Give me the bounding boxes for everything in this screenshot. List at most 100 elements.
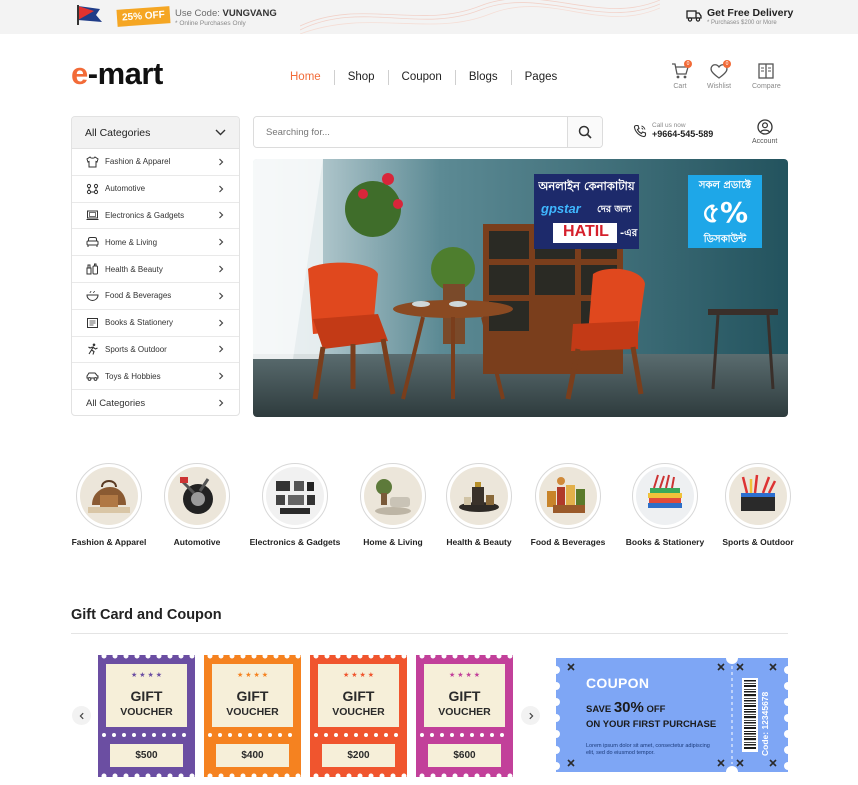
- cart-button[interactable]: 0 Cart: [670, 60, 692, 90]
- chevron-right-icon: [219, 372, 224, 380]
- hero-banner[interactable]: অনলাইন কেনাকাটায় gpstar দের জন্য HATIL …: [253, 159, 788, 417]
- account-button[interactable]: Account: [752, 119, 777, 145]
- banner-offer-bottom: ডিসকাউন্ট: [703, 234, 747, 245]
- compare-button[interactable]: Compare: [752, 62, 781, 90]
- books-stationery-image: [648, 474, 682, 508]
- category-card[interactable]: Automotive: [142, 463, 252, 547]
- promo-code: VUNGVANG: [222, 8, 277, 19]
- wishlist-count: 0: [723, 60, 732, 68]
- sidebar-item-sports[interactable]: Sports & Outdoor: [72, 337, 239, 364]
- category-sidebar: All Categories Fashion & Apparel Automot…: [71, 116, 240, 416]
- banner-line-2: দের জন্য: [597, 204, 632, 215]
- coupon-card[interactable]: COUPON SAVE 30% OFF ON YOUR FIRST PURCHA…: [552, 652, 792, 778]
- chevron-right-icon: [219, 292, 224, 300]
- section-divider: [71, 633, 788, 634]
- nav-coupon[interactable]: Coupon: [389, 71, 455, 83]
- voucher-price: $200: [347, 750, 370, 761]
- nav-shop[interactable]: Shop: [335, 71, 388, 83]
- sidebar-item-fashion[interactable]: Fashion & Apparel: [72, 149, 239, 176]
- running-icon: [88, 343, 98, 356]
- banner-hatil: HATIL: [563, 223, 609, 240]
- all-categories-dropdown[interactable]: All Categories: [72, 117, 239, 149]
- coupon-code: Code: 12345678: [760, 691, 770, 756]
- chevron-right-icon: [219, 319, 224, 327]
- svg-text:★ ★ ★ ★: ★ ★ ★ ★: [237, 671, 268, 679]
- gift-voucher-card[interactable]: ★ ★ ★ ★ GIFT VOUCHER $500: [98, 653, 195, 779]
- sidebar-item-health-beauty[interactable]: Health & Beauty: [72, 256, 239, 283]
- call-label: Call us now: [652, 122, 686, 129]
- chevron-right-icon: [219, 399, 224, 407]
- site-logo[interactable]: e-mart: [71, 56, 163, 92]
- sidebar-item-home-living[interactable]: Home & Living: [72, 229, 239, 257]
- gift-voucher-card[interactable]: ★ ★ ★ ★ GIFT VOUCHER $600: [416, 653, 513, 779]
- free-delivery-title: Get Free Delivery: [707, 7, 794, 19]
- chevron-right-icon: [219, 238, 224, 246]
- chevron-down-icon: [215, 129, 226, 136]
- food-beverages-image: [547, 477, 585, 513]
- banner-line-1: অনলাইন কেনাকাটায়: [538, 179, 635, 193]
- prev-arrow-button[interactable]: [72, 706, 91, 725]
- promo-flag-icon: [77, 5, 102, 25]
- voucher-price: $600: [453, 750, 476, 761]
- category-carousel: Fashion & Apparel Automotive Electronics…: [60, 463, 805, 558]
- phone-number: +9664-545-589: [652, 129, 714, 139]
- call-now[interactable]: Call us now +9664-545-589: [633, 122, 713, 139]
- shirt-icon: [86, 156, 99, 168]
- promo-bar: 25% OFF Use Code: VUNGVANG * Online Purc…: [0, 0, 858, 34]
- chevron-left-icon: [79, 712, 84, 719]
- nav-blogs[interactable]: Blogs: [456, 71, 511, 83]
- chevron-right-icon: [528, 712, 533, 719]
- category-card[interactable]: Electronics & Gadgets: [240, 463, 350, 547]
- cart-count: 0: [684, 60, 692, 68]
- sidebar-item-food[interactable]: Food & Beverages: [72, 283, 239, 310]
- sidebar-item-electronics[interactable]: Electronics & Gadgets: [72, 203, 239, 230]
- search-button[interactable]: [567, 117, 602, 147]
- coupon-subtitle: ON YOUR FIRST PURCHASE: [586, 719, 717, 730]
- wishlist-button[interactable]: 0 Wishlist: [707, 60, 732, 90]
- voucher-price: $500: [135, 750, 158, 761]
- search-icon: [578, 125, 592, 139]
- nav-home[interactable]: Home: [277, 71, 334, 83]
- cart-label: Cart: [673, 83, 687, 90]
- banner-offer-percent: ৫%: [701, 196, 749, 229]
- category-card[interactable]: Food & Beverages: [513, 463, 623, 547]
- discount-badge: 25% OFF: [116, 6, 171, 27]
- all-categories-label: All Categories: [85, 126, 151, 139]
- gift-section-title: Gift Card and Coupon: [71, 607, 222, 623]
- coupon-offer: SAVE 30% OFF: [586, 699, 666, 716]
- banner-line-3: -এর: [620, 228, 638, 239]
- engine-icon: [86, 183, 99, 194]
- beauty-icon: [86, 263, 98, 275]
- sidebar-item-toys[interactable]: Toys & Hobbies: [72, 363, 239, 391]
- phone-icon: [633, 124, 647, 137]
- decorative-waves: [300, 0, 660, 34]
- automotive-image: [180, 477, 213, 514]
- sidebar-item-books[interactable]: Books & Stationery: [72, 310, 239, 337]
- nav-pages[interactable]: Pages: [512, 71, 571, 83]
- chevron-right-icon: [219, 346, 224, 353]
- svg-text:★ ★ ★ ★: ★ ★ ★ ★: [449, 671, 480, 679]
- gift-voucher-card[interactable]: ★ ★ ★ ★ GIFT VOUCHER $200: [310, 653, 407, 779]
- category-card[interactable]: Sports & Outdoor: [703, 463, 813, 547]
- chevron-right-icon: [219, 265, 224, 273]
- sidebar-item-automotive[interactable]: Automotive: [72, 176, 239, 203]
- user-icon: [756, 119, 773, 135]
- book-icon: [87, 317, 98, 328]
- main-nav: Home Shop Coupon Blogs Pages: [277, 66, 570, 88]
- gift-voucher-card[interactable]: ★ ★ ★ ★ GIFT VOUCHER $400: [204, 653, 301, 779]
- home-living-image: [375, 479, 411, 515]
- chevron-right-icon: [219, 185, 224, 193]
- coupon-description: Lorem ipsum dolor sit amet, consectetur …: [586, 743, 710, 756]
- sidebar-all-categories[interactable]: All Categories: [72, 390, 239, 415]
- truck-icon: [686, 10, 702, 22]
- search-input[interactable]: [254, 117, 567, 147]
- online-note: * Online Purchases Only: [175, 20, 246, 27]
- wishlist-label: Wishlist: [707, 83, 732, 90]
- toy-car-icon: [86, 372, 99, 382]
- search-bar: [253, 116, 603, 148]
- sofa-icon: [86, 237, 99, 248]
- next-arrow-button[interactable]: [521, 706, 540, 725]
- account-label: Account: [752, 138, 778, 145]
- chevron-right-icon: [219, 158, 224, 166]
- compare-icon: [758, 63, 775, 79]
